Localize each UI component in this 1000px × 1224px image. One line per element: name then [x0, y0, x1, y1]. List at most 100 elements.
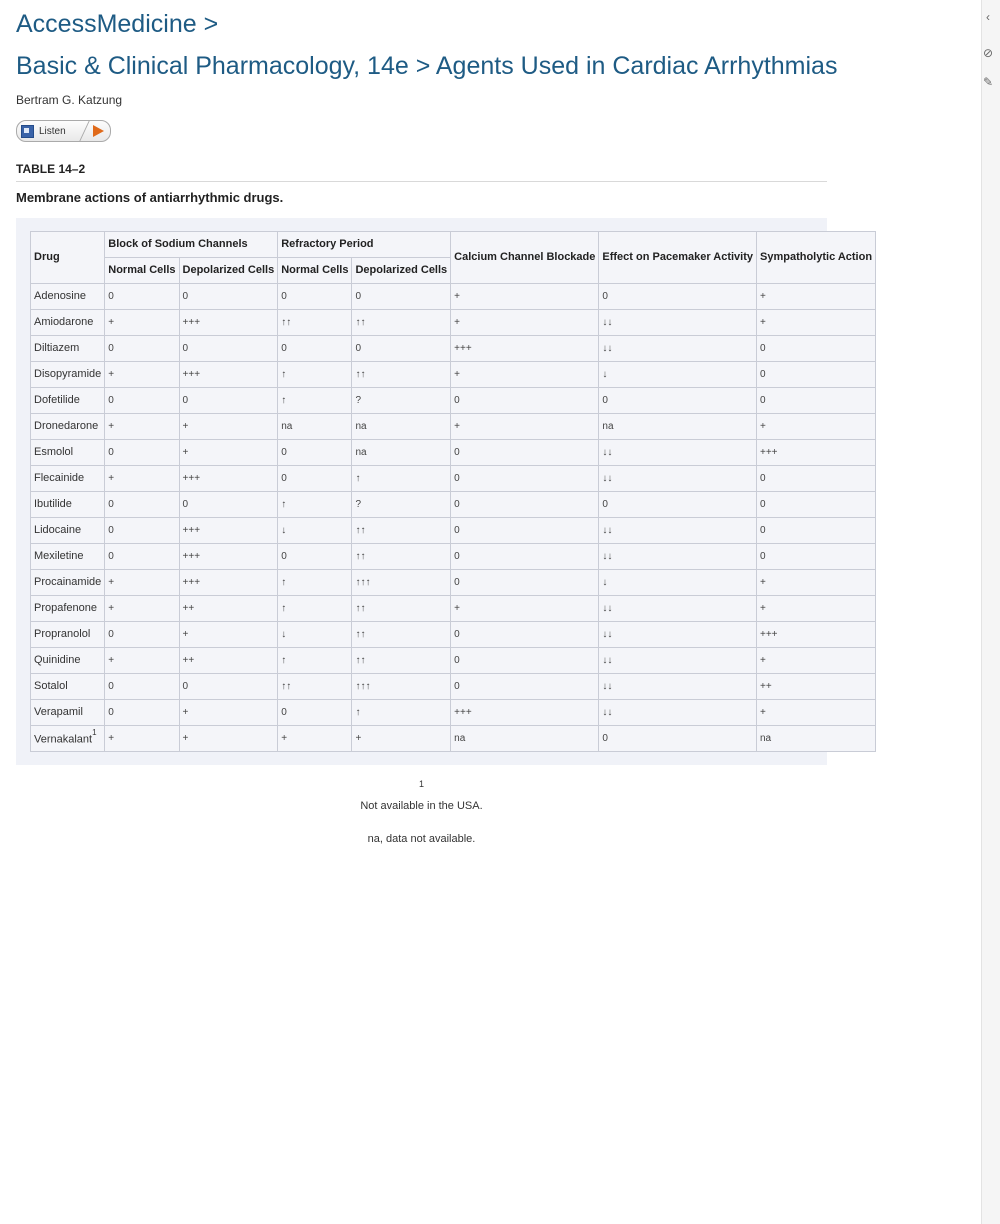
drug-name-cell: Quinidine — [29, 646, 106, 674]
table-cell: 0 — [104, 620, 180, 648]
hide-eye-icon[interactable]: ⊘ — [978, 42, 998, 64]
table-cell: 0 — [104, 282, 180, 310]
table-cell: 0 — [450, 438, 600, 466]
drug-name-cell: Vernakalant1 — [29, 724, 106, 752]
table-cell: +++ — [178, 516, 279, 544]
drug-name: Verapamil — [34, 706, 83, 718]
table-cell: 0 — [755, 360, 877, 388]
drug-name: Quinidine — [34, 654, 81, 666]
table-cell: + — [178, 438, 279, 466]
table-cell: na — [755, 724, 877, 752]
table-cell: ↑ — [277, 490, 353, 518]
drug-name: Dofetilide — [34, 394, 80, 406]
breadcrumb-book-path[interactable]: Basic & Clinical Pharmacology, 14e > Age… — [16, 50, 837, 82]
table-cell: 0 — [277, 334, 353, 362]
table-cell: ↓ — [277, 620, 353, 648]
header-calcium-blockade: Calcium Channel Blockade — [450, 230, 600, 284]
table-cell: ↑ — [351, 464, 452, 492]
listen-button[interactable]: Listen — [16, 120, 111, 142]
table-cell: ++ — [178, 594, 279, 622]
table-cell: ↑↑ — [351, 542, 452, 570]
table-cell: + — [104, 646, 180, 674]
table-row: Amiodarone + +++ ↑↑ ↑↑ + ↓↓ + — [29, 308, 877, 336]
speaker-icon — [21, 124, 34, 138]
table-cell: ↑↑↑ — [351, 568, 452, 596]
table-cell: na — [450, 724, 600, 752]
table-cell: 0 — [450, 542, 600, 570]
table-cell: + — [351, 724, 452, 752]
table-cell: 0 — [598, 282, 757, 310]
table-cell: + — [104, 724, 180, 752]
drug-name: Mexiletine — [34, 550, 84, 562]
table-row: Diltiazem 0 0 0 0 +++ ↓↓ 0 — [29, 334, 877, 362]
breadcrumb-site[interactable]: AccessMedicine > — [16, 8, 827, 40]
table-cell: + — [755, 594, 877, 622]
table-cell: ↑↑ — [277, 672, 353, 700]
table-cell: 0 — [450, 620, 600, 648]
table-cell: ↑↑ — [351, 516, 452, 544]
table-cell: + — [178, 724, 279, 752]
table-cell: + — [178, 412, 279, 440]
drug-name: Lidocaine — [34, 524, 82, 536]
drug-name: Disopyramide — [34, 368, 102, 380]
footnote-ref[interactable]: 1 — [92, 728, 96, 737]
drug-name-cell: Sotalol — [29, 672, 106, 700]
drug-name: Propafenone — [34, 602, 97, 614]
table-cell: 0 — [598, 490, 757, 518]
table-row: Disopyramide + +++ ↑ ↑↑ + ↓ 0 — [29, 360, 877, 388]
table-cell: ↑ — [277, 386, 353, 414]
table-label: TABLE 14–2 — [16, 162, 827, 182]
table-cell: ↑ — [277, 594, 353, 622]
table-cell: 0 — [104, 386, 180, 414]
drug-name-cell: Dronedarone — [29, 412, 106, 440]
table-row: Vernakalant1 + + + + na 0 na — [29, 724, 877, 752]
table-cell: + — [755, 568, 877, 596]
collapse-chevron-icon[interactable]: ‹ — [978, 6, 998, 28]
play-icon[interactable] — [92, 125, 104, 137]
table-cell: ↓ — [277, 516, 353, 544]
table-cell: 0 — [351, 282, 452, 310]
table-cell: ↑↑ — [277, 308, 353, 336]
drug-name: Sotalol — [34, 680, 68, 692]
drug-name-cell: Propranolol — [29, 620, 106, 648]
table-cell: ↑↑ — [351, 308, 452, 336]
drug-name-cell: Flecainide — [29, 464, 106, 492]
table-cell: ↑↑ — [351, 620, 452, 648]
header-pacemaker-effect: Effect on Pacemaker Activity — [598, 230, 757, 284]
table-cell: ↓↓ — [598, 594, 757, 622]
table-cell: ↑ — [277, 568, 353, 596]
table-cell: ↑↑ — [351, 594, 452, 622]
table-cell: 0 — [178, 672, 279, 700]
table-cell: + — [104, 594, 180, 622]
table-cell: 0 — [755, 542, 877, 570]
table-cell: 0 — [755, 490, 877, 518]
table-cell: + — [450, 360, 600, 388]
table-cell: + — [450, 282, 600, 310]
sticky-note-icon[interactable]: ✎ — [978, 71, 998, 93]
table-cell: + — [755, 698, 877, 726]
table-cell: + — [178, 620, 279, 648]
table-row: Dronedarone + + na na + na + — [29, 412, 877, 440]
table-cell: 0 — [450, 672, 600, 700]
table-cell: 0 — [598, 386, 757, 414]
table-cell: +++ — [178, 464, 279, 492]
author-name[interactable]: Bertram G. Katzung — [16, 93, 827, 107]
drug-name: Amiodarone — [34, 316, 94, 328]
table-cell: + — [104, 308, 180, 336]
drug-name: Propranolol — [34, 628, 91, 640]
table-cell: 0 — [351, 334, 452, 362]
table-cell: 0 — [450, 386, 600, 414]
table-cell: ↑↑ — [351, 646, 452, 674]
table-cell: 0 — [450, 490, 600, 518]
table-cell: 0 — [450, 516, 600, 544]
table-cell: 0 — [178, 490, 279, 518]
table-cell: 0 — [104, 490, 180, 518]
table-cell: ↓ — [598, 360, 757, 388]
table-cell: +++ — [755, 438, 877, 466]
drug-name-cell: Verapamil — [29, 698, 106, 726]
table-cell: ↑ — [277, 360, 353, 388]
table-cell: ↓↓ — [598, 698, 757, 726]
table-cell: na — [351, 438, 452, 466]
table-cell: 0 — [178, 282, 279, 310]
drug-name: Dronedarone — [34, 420, 99, 432]
